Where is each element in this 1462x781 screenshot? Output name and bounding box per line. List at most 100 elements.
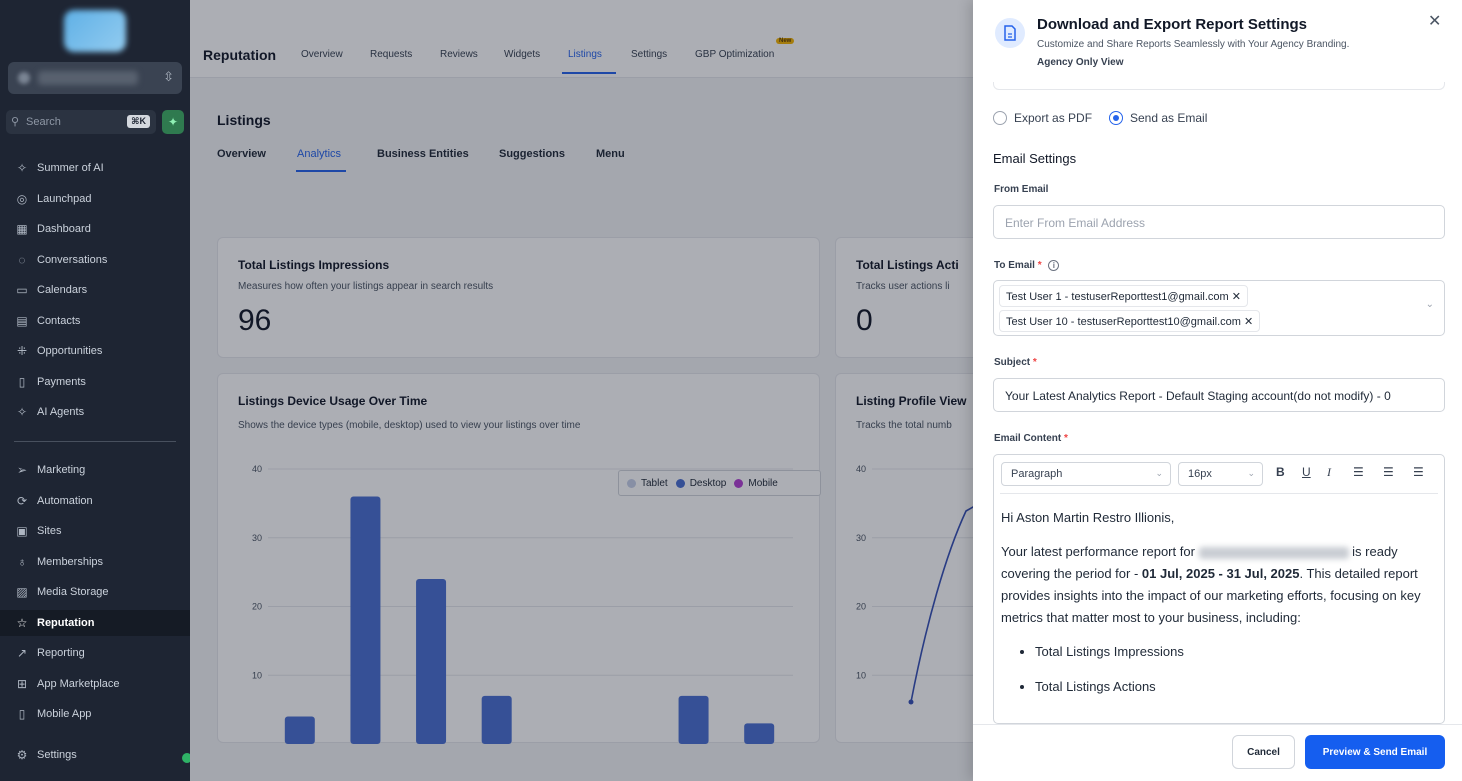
subtab-overview[interactable]: Overview xyxy=(217,148,266,160)
sidebar-item-summer-of-ai[interactable]: ✧ Summer of AI xyxy=(0,155,190,181)
sidebar-item-label: Sites xyxy=(37,525,62,537)
legend-item[interactable]: Desktop xyxy=(675,478,726,489)
paragraph-select[interactable]: Paragraph ⌄ xyxy=(1001,462,1171,486)
close-icon[interactable]: ✕ xyxy=(1428,11,1441,31)
tab-reviews[interactable]: Reviews xyxy=(440,49,478,60)
export-pdf-radio[interactable]: Export as PDF xyxy=(993,111,1092,125)
sidebar-item-label: Payments xyxy=(37,376,86,388)
sidebar-item-media-storage[interactable]: ▨ Media Storage xyxy=(0,579,190,605)
send-icon: ➢ xyxy=(16,463,28,477)
subtab-business-entities[interactable]: Business Entities xyxy=(377,148,469,160)
radio-circle[interactable] xyxy=(1109,111,1123,125)
radio-circle[interactable] xyxy=(993,111,1007,125)
remove-tag-icon[interactable]: ✕ xyxy=(1244,316,1253,328)
header-divider xyxy=(993,82,1445,90)
bar xyxy=(416,579,447,744)
sidebar-item-label: AI Agents xyxy=(37,406,85,418)
tab-listings[interactable]: Listings xyxy=(568,49,602,60)
to-email-field[interactable]: Test User 1 - testuserReporttest1@gmail.… xyxy=(993,280,1445,336)
bold-icon[interactable]: B xyxy=(1276,465,1285,479)
sidebar-divider xyxy=(14,441,176,442)
sidebar-item-conversations[interactable]: ◌ Conversations xyxy=(0,247,190,273)
email-tag: Test User 1 - testuserReporttest1@gmail.… xyxy=(999,285,1248,307)
agency-only-label: Agency Only View xyxy=(1037,57,1124,68)
card-subtitle: Tracks user actions li xyxy=(856,281,950,292)
automation-icon: ⟳ xyxy=(16,494,28,508)
calendar-icon: ▭ xyxy=(16,283,28,297)
sidebar-item-settings[interactable]: ⚙ Settings xyxy=(0,742,190,768)
sidebar-item-automation[interactable]: ⟳ Automation xyxy=(0,488,190,514)
tab-overview[interactable]: Overview xyxy=(301,49,343,60)
search-placeholder: Search xyxy=(26,116,61,128)
sidebar-item-label: Contacts xyxy=(37,315,81,327)
tab-settings[interactable]: Settings xyxy=(631,49,667,60)
editor-body[interactable]: Hi Aston Martin Restro Illionis, Your la… xyxy=(1001,507,1431,711)
email-content-editor[interactable]: Paragraph ⌄ 16px ⌄ B U I ☰ ☰ ☰ Hi Aston Ma… xyxy=(993,454,1445,724)
sidebar-item-calendars[interactable]: ▭ Calendars xyxy=(0,277,190,303)
subtab-menu[interactable]: Menu xyxy=(596,148,625,160)
body-paragraph: Your latest performance report for is re… xyxy=(1001,541,1431,629)
bullet-list-icon[interactable]: ☰ xyxy=(1353,465,1364,479)
tab-requests[interactable]: Requests xyxy=(370,49,412,60)
sidebar-item-label: Summer of AI xyxy=(37,162,104,174)
preview-send-email-button[interactable]: Preview & Send Email xyxy=(1305,735,1445,769)
y-tick-label: 20 xyxy=(856,602,866,612)
sidebar-item-app-marketplace[interactable]: ⊞ App Marketplace xyxy=(0,671,190,697)
sidebar-item-mobile-app[interactable]: ▯ Mobile App xyxy=(0,701,190,727)
sidebar-search[interactable]: ⚲ Search ⌘K xyxy=(6,110,156,134)
redacted-name xyxy=(1198,546,1349,559)
y-tick-label: 30 xyxy=(856,533,866,543)
italic-icon[interactable]: I xyxy=(1327,465,1331,480)
account-switcher[interactable]: ⇳ xyxy=(8,62,182,94)
quick-action-button[interactable]: ✦ xyxy=(162,110,184,134)
legend-swatch xyxy=(627,478,636,488)
sidebar-item-marketing[interactable]: ➢ Marketing xyxy=(0,457,190,483)
subtab-analytics[interactable]: Analytics xyxy=(297,148,341,160)
required-marker: * xyxy=(1032,357,1037,368)
sidebar-item-ai-agents[interactable]: ✧ AI Agents xyxy=(0,399,190,425)
checklist-icon[interactable]: ☰ xyxy=(1413,465,1424,479)
device-usage-chart: 10 20 30 40 xyxy=(252,464,793,744)
label-text: To Email xyxy=(994,260,1035,271)
active-tab-indicator xyxy=(562,72,616,74)
trend-icon: ↗ xyxy=(16,646,28,660)
font-size-select[interactable]: 16px ⌄ xyxy=(1178,462,1263,486)
card-title: Total Listings Impressions xyxy=(238,258,390,272)
to-email-label: To Email * i xyxy=(994,260,1060,271)
sidebar-item-label: Memberships xyxy=(37,556,104,568)
sidebar-item-reputation[interactable]: ☆ Reputation xyxy=(0,610,190,636)
chevron-down-icon: ⌄ xyxy=(1247,468,1255,478)
sidebar-item-launchpad[interactable]: ◎ Launchpad xyxy=(0,186,190,212)
sidebar-item-payments[interactable]: ▯ Payments xyxy=(0,369,190,395)
chat-icon: ◌ xyxy=(18,253,26,267)
sidebar-item-sites[interactable]: ▣ Sites xyxy=(0,518,190,544)
cancel-button[interactable]: Cancel xyxy=(1232,735,1295,769)
tag-label: Test User 10 - testuserReporttest10@gmai… xyxy=(1006,316,1241,328)
star-icon: ☆ xyxy=(16,616,28,630)
radio-label: Export as PDF xyxy=(1014,111,1093,125)
sidebar-item-label: Conversations xyxy=(37,254,108,266)
subject-field[interactable]: Your Latest Analytics Report - Default S… xyxy=(993,378,1445,412)
numbered-list-icon[interactable]: ☰ xyxy=(1383,465,1394,479)
card-title: Total Listings Acti xyxy=(856,258,959,272)
legend-item[interactable]: Tablet xyxy=(627,478,668,489)
sidebar-item-dashboard[interactable]: ▦ Dashboard xyxy=(0,216,190,242)
sidebar-item-contacts[interactable]: ▤ Contacts xyxy=(0,308,190,334)
tab-widgets[interactable]: Widgets xyxy=(504,49,540,60)
sidebar-item-reporting[interactable]: ↗ Reporting xyxy=(0,640,190,666)
from-email-field[interactable]: Enter From Email Address xyxy=(993,205,1445,239)
sidebar-item-memberships[interactable]: ♁ Memberships xyxy=(0,549,190,575)
bar xyxy=(481,695,512,744)
chevron-down-icon[interactable]: ⌄ xyxy=(1426,299,1434,310)
info-icon[interactable]: i xyxy=(1048,260,1060,271)
legend-item[interactable]: Mobile xyxy=(734,478,778,489)
email-tag: Test User 10 - testuserReporttest10@gmai… xyxy=(999,310,1261,332)
underline-icon[interactable]: U xyxy=(1302,465,1311,479)
active-subtab-indicator xyxy=(296,170,346,172)
remove-tag-icon[interactable]: ✕ xyxy=(1232,291,1241,303)
profile-views-card: Listing Profile View Tracks the total nu… xyxy=(835,373,996,743)
send-email-radio[interactable]: Send as Email xyxy=(1109,111,1207,125)
sidebar-item-opportunities[interactable]: ⁜ Opportunities xyxy=(0,338,190,364)
tab-gbp-optimization[interactable]: GBP Optimization xyxy=(695,49,774,60)
subtab-suggestions[interactable]: Suggestions xyxy=(499,148,565,160)
